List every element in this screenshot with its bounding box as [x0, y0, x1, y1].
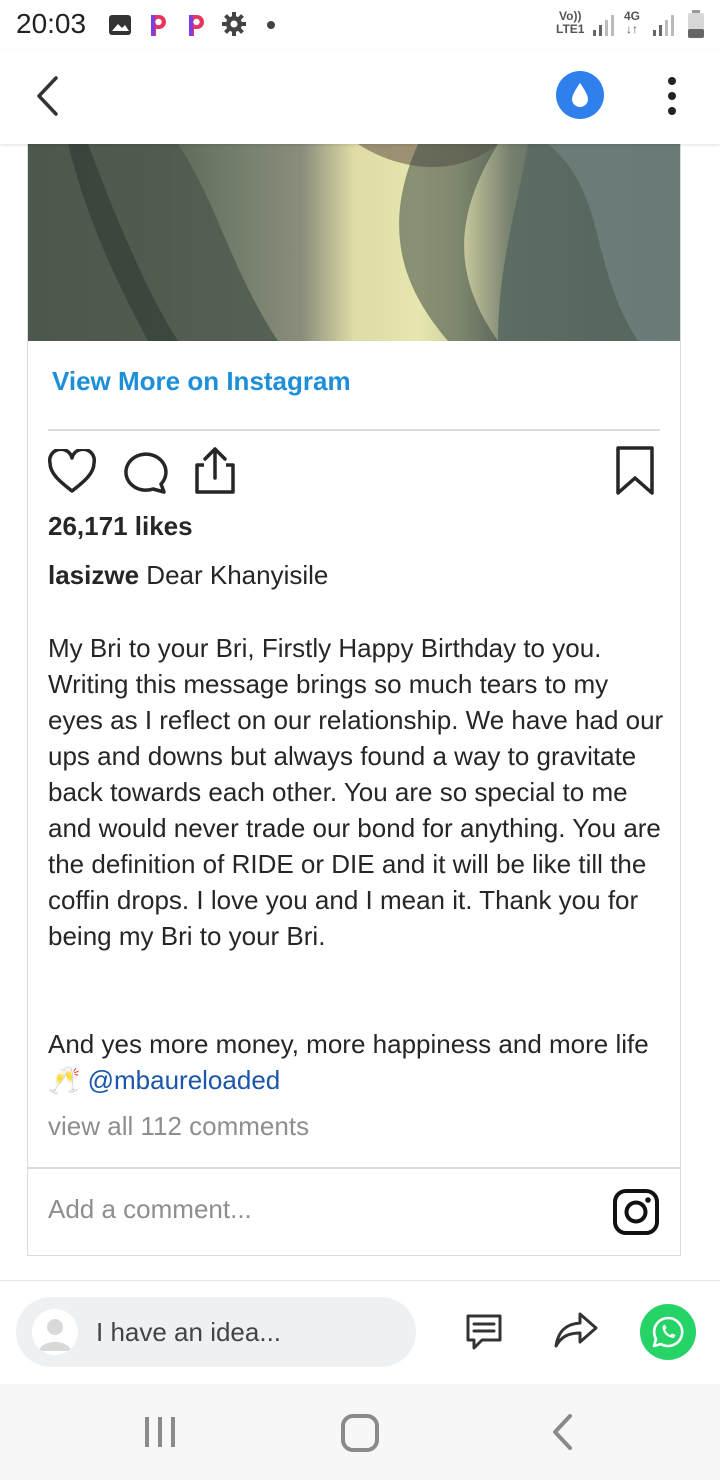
back-icon[interactable]	[548, 1412, 576, 1452]
avatar	[32, 1309, 78, 1355]
share-icon[interactable]	[192, 445, 238, 495]
caption-header: lasizwe Dear Khanyisile	[48, 560, 328, 591]
user-avatar-icon	[39, 1319, 71, 1351]
divider	[48, 429, 660, 431]
battery-icon	[688, 10, 704, 38]
heart-icon[interactable]	[47, 449, 97, 495]
network-label-lte: Vo)) LTE1	[556, 10, 584, 36]
water-drop-icon	[572, 83, 588, 107]
view-more-on-instagram-link[interactable]: View More on Instagram	[52, 366, 351, 397]
recent-apps-icon[interactable]	[142, 1414, 178, 1450]
status-bar: 20:03 Vo)) LTE1 4G ↓↑	[0, 0, 720, 50]
caption-closing-text: And yes more money, more happiness and m…	[48, 1029, 649, 1059]
signal-icon	[653, 15, 674, 36]
username-link[interactable]: lasizwe	[48, 560, 139, 590]
view-all-comments-link[interactable]: view all 112 comments	[48, 1111, 309, 1142]
settings-gear-icon	[222, 12, 246, 36]
notification-dot-icon	[267, 21, 275, 29]
champagne-emoji: 🥂	[48, 1065, 81, 1095]
bottom-divider	[0, 1280, 720, 1281]
idea-placeholder: I have an idea...	[96, 1317, 282, 1347]
caption-closing: And yes more money, more happiness and m…	[48, 1026, 668, 1098]
chevron-left-icon[interactable]	[30, 74, 66, 118]
caption-body: My Bri to your Bri, Firstly Happy Birthd…	[48, 633, 671, 951]
comment-divider	[28, 1167, 680, 1169]
gallery-icon	[109, 15, 131, 35]
water-drop-button[interactable]	[556, 71, 604, 119]
more-vert-icon[interactable]	[660, 76, 684, 116]
status-time: 20:03	[16, 8, 87, 39]
p-app-icon	[189, 15, 204, 36]
lte-label: LTE1	[556, 22, 585, 36]
app-bar	[0, 50, 720, 144]
whatsapp-icon	[652, 1316, 684, 1348]
add-comment-input[interactable]: Add a comment...	[48, 1194, 252, 1225]
signal-icon	[593, 15, 614, 36]
instagram-logo-icon[interactable]	[612, 1188, 660, 1236]
share-arrow-icon[interactable]	[552, 1310, 600, 1352]
likes-count: 26,171 likes	[48, 511, 193, 541]
mention-link[interactable]: @mbaureloaded	[88, 1065, 281, 1095]
caption-first-line: Dear Khanyisile	[146, 560, 329, 590]
network-label-4g: 4G ↓↑	[624, 10, 640, 36]
comments-icon[interactable]	[462, 1310, 506, 1354]
bookmark-icon[interactable]	[614, 445, 656, 497]
comment-icon[interactable]	[119, 449, 169, 495]
whatsapp-button[interactable]	[640, 1304, 696, 1360]
system-nav-bar	[0, 1384, 720, 1480]
p-app-icon	[151, 15, 166, 36]
idea-input[interactable]: I have an idea...	[16, 1297, 416, 1367]
data-arrows-label: ↓↑	[626, 22, 638, 36]
home-icon[interactable]	[340, 1413, 380, 1453]
